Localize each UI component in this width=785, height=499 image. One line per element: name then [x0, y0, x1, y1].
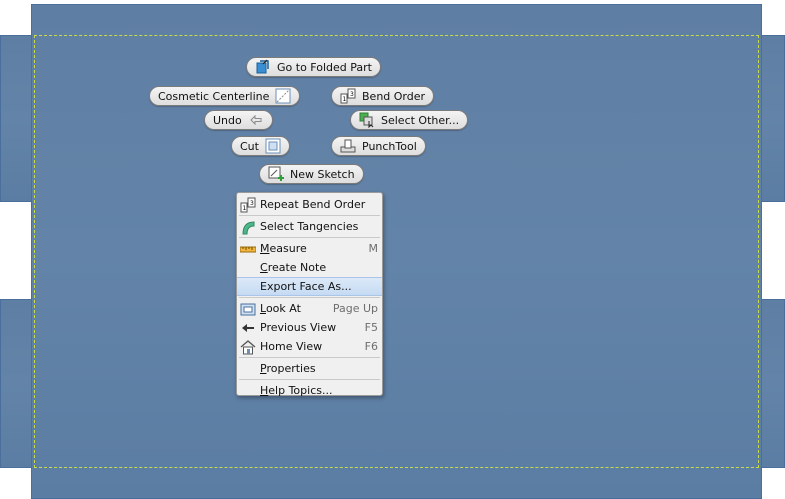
menu-item-repeat-bend-order[interactable]: 13 Repeat Bend Order: [237, 195, 382, 214]
menu-item-home-view[interactable]: Home View F6: [237, 337, 382, 356]
select-other-label: Select Other...: [381, 113, 460, 127]
new-sketch-icon: [268, 166, 284, 182]
home-icon: [240, 339, 256, 355]
menu-item-label: Previous View: [260, 321, 337, 334]
menu-item-label: Create Note: [260, 261, 327, 274]
menu-item-label: Help Topics...: [260, 384, 333, 397]
cosmetic-centerline-label: Cosmetic Centerline: [158, 89, 270, 103]
undo-label: Undo: [213, 113, 242, 127]
svg-text:1: 1: [343, 96, 347, 103]
menu-item-label: Repeat Bend Order: [260, 198, 366, 211]
menu-item-label: Properties: [260, 362, 316, 375]
menu-item-shortcut: F5: [364, 321, 378, 334]
bend-order-label: Bend Order: [362, 89, 426, 103]
punch-tool-label: PunchTool: [362, 139, 417, 153]
cut-label: Cut: [240, 139, 259, 153]
bend-order-button[interactable]: 13 Bend Order: [331, 86, 435, 106]
menu-item-shortcut: M: [368, 242, 379, 255]
flange-left-bottom[interactable]: [0, 299, 32, 468]
undo-icon: [248, 112, 264, 128]
centerline-icon: [275, 88, 291, 104]
go-to-folded-part-button[interactable]: Go to Folded Part: [246, 57, 381, 77]
new-sketch-button[interactable]: New Sketch: [259, 164, 364, 184]
folded-part-icon: [255, 59, 271, 75]
menu-item-label: Select Tangencies: [260, 220, 359, 233]
menu-separator: [239, 297, 380, 298]
menu-item-help-topics[interactable]: Help Topics...: [237, 381, 382, 400]
flange-right-top[interactable]: [761, 35, 785, 202]
menu-separator: [239, 357, 380, 358]
go-to-folded-part-label: Go to Folded Part: [277, 60, 372, 74]
menu-separator: [239, 215, 380, 216]
menu-item-shortcut: F6: [364, 340, 378, 353]
cut-button[interactable]: Cut: [231, 136, 290, 156]
svg-text:3: 3: [250, 200, 254, 207]
bend-order-icon: 13: [340, 88, 356, 104]
cut-icon: [265, 138, 281, 154]
canvas[interactable]: Go to Folded Part Cosmetic Centerline 13…: [0, 0, 785, 499]
select-other-button[interactable]: Select Other...: [350, 110, 469, 130]
ruler-icon: [239, 241, 257, 257]
menu-item-select-tangencies[interactable]: Select Tangencies: [237, 217, 382, 236]
select-other-icon: [359, 112, 375, 129]
cosmetic-centerline-button[interactable]: Cosmetic Centerline: [149, 86, 301, 106]
context-menu: 13 Repeat Bend Order Select Tangencies M…: [236, 192, 383, 397]
flange-right-bottom[interactable]: [761, 299, 785, 468]
menu-item-properties[interactable]: Properties: [237, 359, 382, 378]
menu-item-look-at[interactable]: Look At Page Up: [237, 299, 382, 318]
menu-item-label: Home View: [260, 340, 323, 353]
menu-item-label: Export Face As...: [260, 280, 352, 293]
look-at-icon: [240, 301, 256, 317]
flange-left-top[interactable]: [0, 35, 32, 202]
bend-order-icon: 13: [240, 197, 256, 213]
menu-item-previous-view[interactable]: Previous View F5: [237, 318, 382, 337]
previous-view-icon: [240, 320, 256, 336]
svg-text:3: 3: [350, 91, 354, 98]
undo-button[interactable]: Undo: [204, 110, 273, 130]
menu-item-export-face-as[interactable]: Export Face As...: [237, 277, 382, 296]
svg-text:1: 1: [243, 205, 247, 212]
menu-separator: [239, 237, 380, 238]
menu-item-measure[interactable]: Measure M: [237, 239, 382, 258]
menu-item-shortcut: Page Up: [332, 302, 378, 315]
tangencies-icon: [240, 219, 256, 235]
menu-item-label: Look At: [260, 302, 301, 315]
menu-item-label: Measure: [260, 242, 307, 255]
punch-tool-icon: [340, 138, 356, 154]
menu-separator: [239, 379, 380, 380]
punch-tool-button[interactable]: PunchTool: [331, 136, 426, 156]
new-sketch-label: New Sketch: [290, 167, 355, 181]
menu-item-create-note[interactable]: Create Note: [237, 258, 382, 277]
